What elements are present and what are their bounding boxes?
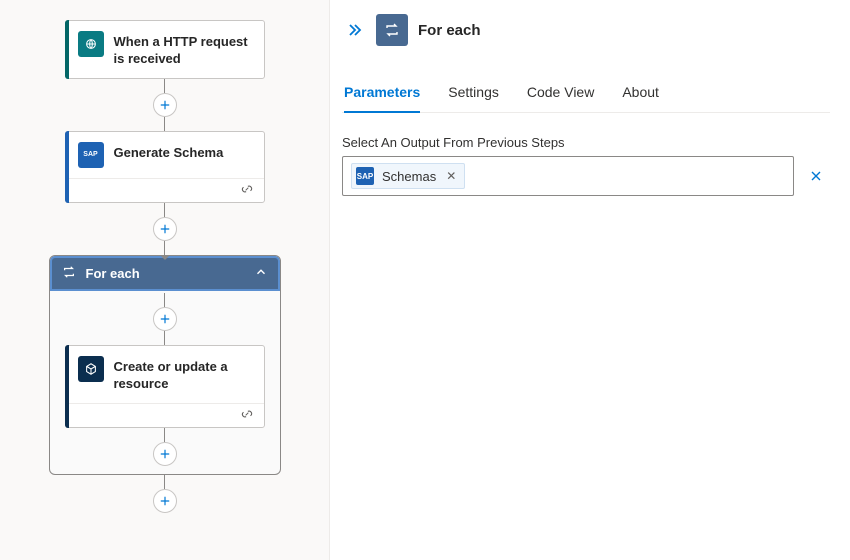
tab-settings[interactable]: Settings — [448, 74, 499, 112]
connector-inner-1 — [65, 293, 265, 345]
sap-icon: SAP — [356, 167, 374, 185]
tab-parameters[interactable]: Parameters — [344, 74, 420, 112]
field-label-output: Select An Output From Previous Steps — [342, 135, 830, 150]
step-for-each-container[interactable]: For each — [49, 255, 281, 475]
add-step-button[interactable] — [153, 217, 177, 241]
connector-3 — [0, 475, 329, 513]
step-title: Generate Schema — [114, 142, 224, 162]
chip-remove-button[interactable]: ✕ — [444, 169, 456, 183]
loop-icon — [376, 14, 408, 46]
tab-code-view[interactable]: Code View — [527, 74, 594, 112]
step-title: When a HTTP request is received — [114, 31, 254, 68]
panel-tabs: Parameters Settings Code View About — [342, 74, 830, 113]
workflow-canvas: When a HTTP request is received SAP Gene… — [0, 0, 330, 560]
tab-about[interactable]: About — [622, 74, 659, 112]
output-token-input[interactable]: SAP Schemas ✕ — [342, 156, 794, 196]
collapse-panel-button[interactable] — [342, 18, 366, 42]
link-icon — [240, 182, 254, 199]
accent-bar — [65, 131, 69, 203]
connector-2 — [0, 203, 329, 255]
clear-field-button[interactable] — [802, 162, 830, 190]
sap-icon: SAP — [78, 142, 104, 168]
step-http-request[interactable]: When a HTTP request is received — [65, 20, 265, 79]
step-generate-schema[interactable]: SAP Generate Schema — [65, 131, 265, 203]
add-step-button[interactable] — [153, 93, 177, 117]
http-request-icon — [78, 31, 104, 57]
chevron-up-icon — [254, 265, 268, 282]
chip-label: Schemas — [382, 169, 436, 184]
details-panel: For each Parameters Settings Code View A… — [330, 0, 850, 560]
add-step-button[interactable] — [153, 307, 177, 331]
step-title: Create or update a resource — [114, 356, 254, 393]
token-chip-schemas[interactable]: SAP Schemas ✕ — [351, 163, 465, 189]
panel-title: For each — [418, 22, 481, 39]
cube-icon — [78, 356, 104, 382]
add-step-button[interactable] — [153, 489, 177, 513]
for-each-title: For each — [86, 266, 140, 281]
loop-icon — [62, 265, 76, 282]
step-create-update-resource[interactable]: Create or update a resource — [65, 345, 265, 428]
connector-inner-2 — [65, 428, 265, 466]
link-icon — [240, 407, 254, 424]
accent-bar — [65, 20, 69, 79]
accent-bar — [65, 345, 69, 428]
connector-1 — [0, 79, 329, 131]
add-step-button[interactable] — [153, 442, 177, 466]
